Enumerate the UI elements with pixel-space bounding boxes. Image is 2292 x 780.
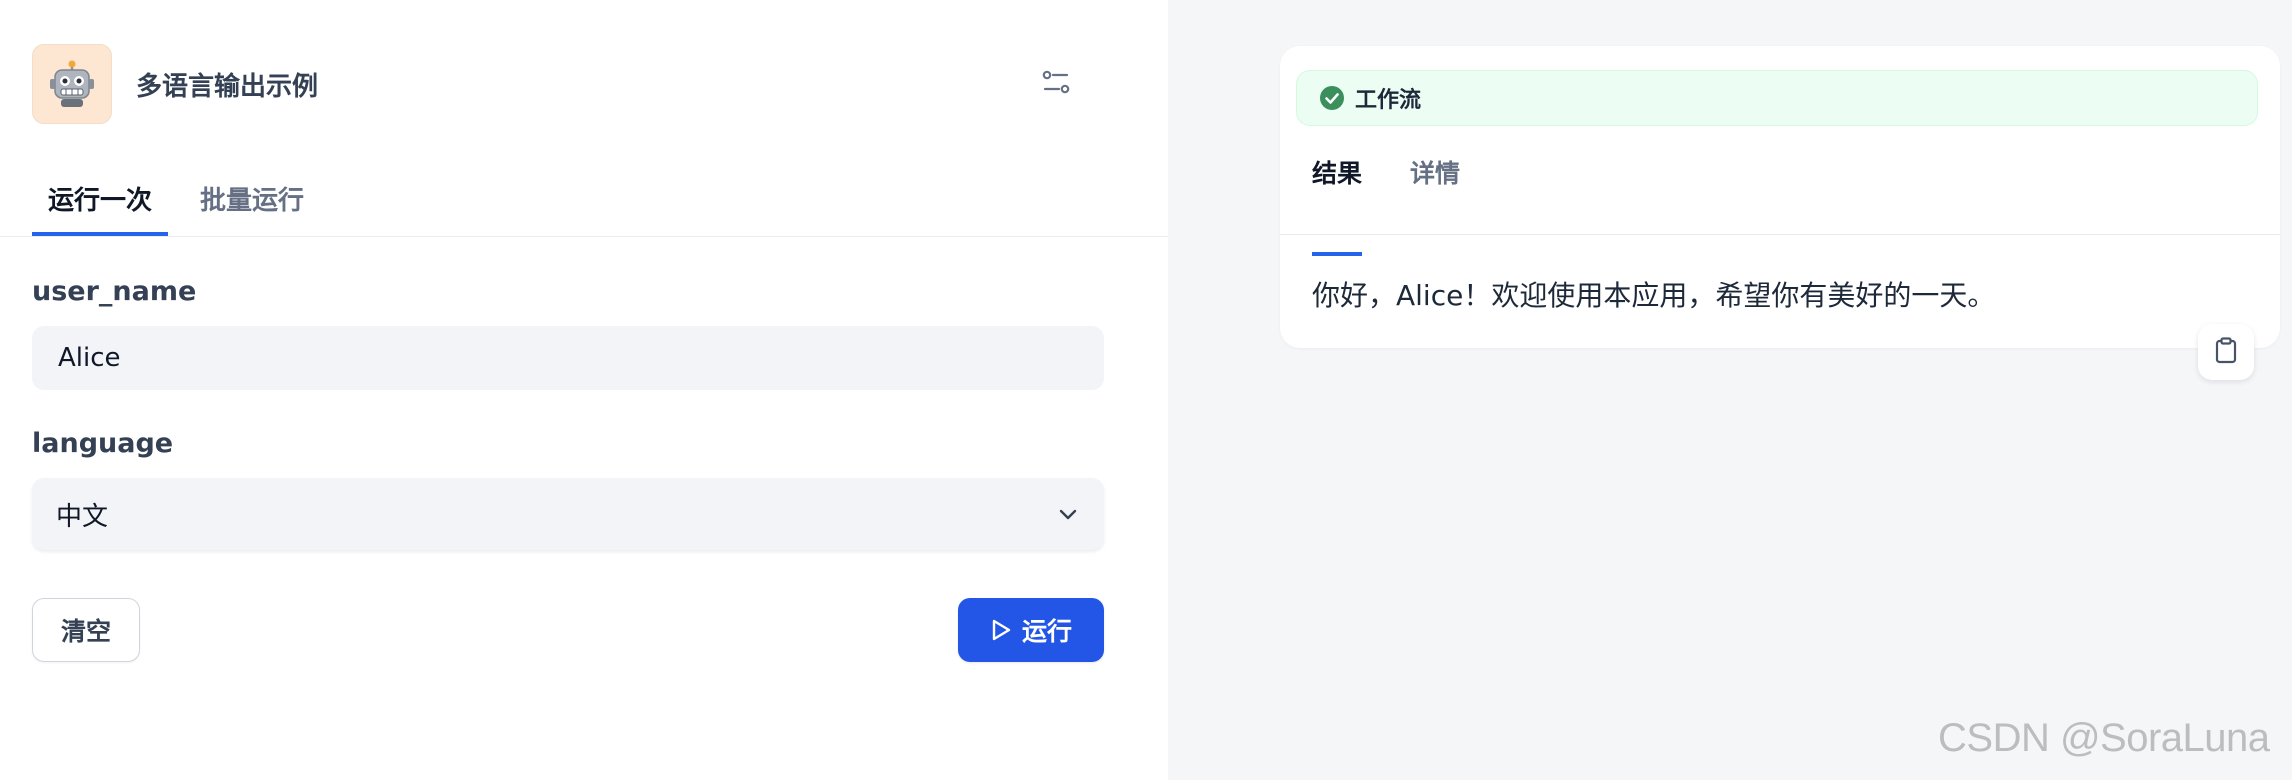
result-tabs: 结果 详情 [1312, 152, 1508, 256]
run-button[interactable]: 运行 [958, 598, 1104, 662]
workflow-status-bar: 工作流 [1296, 70, 2258, 126]
clear-button[interactable]: 清空 [32, 598, 140, 662]
tab-divider [0, 236, 1168, 237]
result-output-text: 你好，Alice！欢迎使用本应用，希望你有美好的一天。 [1312, 279, 1996, 312]
copy-button[interactable] [2198, 324, 2254, 380]
tab-result[interactable]: 结果 [1312, 152, 1363, 256]
run-button-label: 运行 [1021, 617, 1072, 646]
tab-details-label: 详情 [1410, 159, 1461, 188]
language-label: language [32, 428, 174, 459]
run-mode-tabs: 运行一次 批量运行 [32, 160, 336, 236]
tab-run-once[interactable]: 运行一次 [32, 160, 169, 236]
watermark: CSDN @SoraLuna [1938, 716, 2270, 760]
run-panel: 多语言输出示例 运行一次 批量运行 user_name language 中文 [0, 0, 1168, 780]
tab-details[interactable]: 详情 [1410, 152, 1460, 256]
user-name-input[interactable] [32, 326, 1104, 390]
check-circle-icon [1319, 85, 1345, 111]
sliders-icon [1041, 67, 1071, 101]
app-title: 多语言输出示例 [136, 71, 319, 102]
language-select[interactable]: 中文 [32, 478, 1104, 550]
workflow-status-text: 工作流 [1355, 88, 1422, 113]
tab-result-label: 结果 [1312, 159, 1363, 188]
result-divider [1280, 234, 2280, 235]
user-name-label: user_name [32, 276, 197, 307]
result-panel: 工作流 结果 详情 你好，Alice！欢迎使用本应用，希望你有美好的一天。 CS… [1168, 0, 2292, 780]
language-select-value: 中文 [56, 501, 109, 532]
result-card: 工作流 结果 详情 你好，Alice！欢迎使用本应用，希望你有美好的一天。 [1280, 46, 2280, 348]
robot-icon [32, 44, 112, 124]
settings-button[interactable] [1032, 60, 1080, 108]
chevron-down-icon [1056, 502, 1080, 526]
play-icon [990, 618, 1012, 642]
tab-batch-run[interactable]: 批量运行 [184, 160, 320, 236]
clipboard-icon [2213, 336, 2239, 368]
app-header: 多语言输出示例 [32, 44, 1084, 124]
